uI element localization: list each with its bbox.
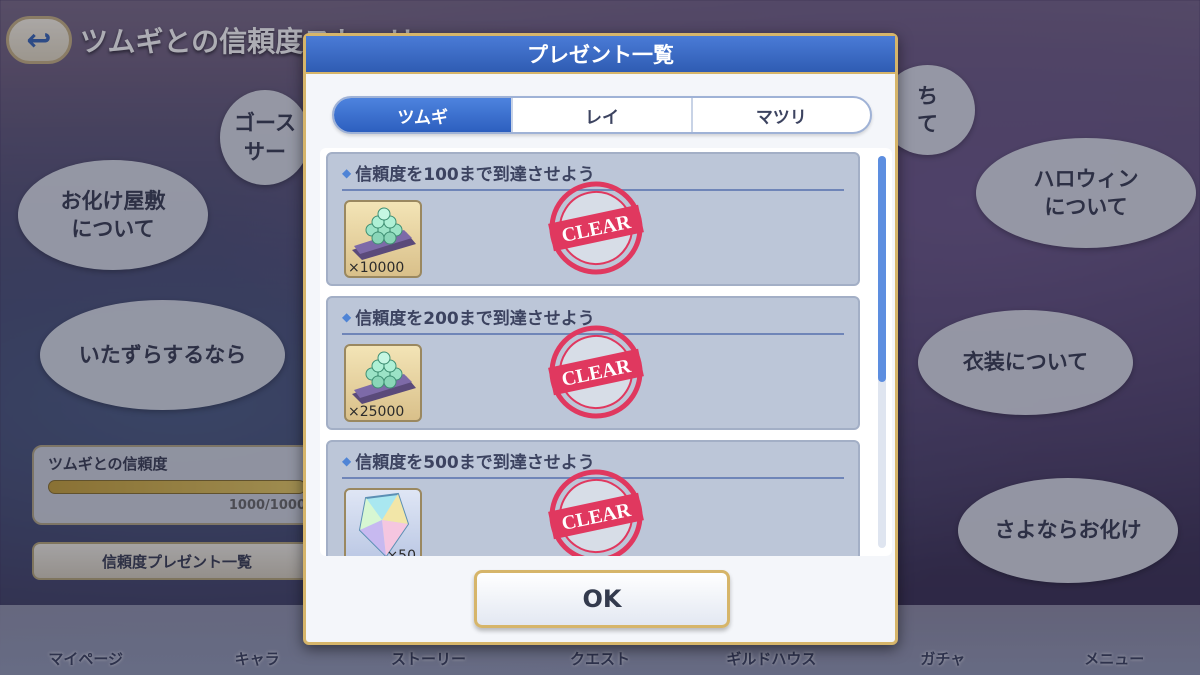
diamond-icon: ◆ bbox=[342, 165, 352, 180]
reward-item[interactable]: ×25000 bbox=[344, 344, 422, 422]
jewel-pile-icon bbox=[352, 351, 416, 404]
ok-button[interactable]: OK bbox=[474, 570, 730, 628]
mission-list[interactable]: ◆ 信頼度を100まで到達させよう ×10000 CLEAR ◆ 信頼度を200… bbox=[320, 148, 892, 556]
mission-title-text: 信頼度を500まで到達させよう bbox=[355, 453, 595, 473]
tab-matsuri[interactable]: マツリ bbox=[693, 98, 870, 132]
list-item: ◆ 信頼度を100まで到達させよう ×10000 CLEAR bbox=[326, 152, 860, 286]
mission-title-text: 信頼度を100まで到達させよう bbox=[355, 165, 595, 185]
clear-stamp-icon: CLEAR bbox=[548, 325, 644, 419]
diamond-icon: ◆ bbox=[342, 309, 352, 324]
tab-tsumugi[interactable]: ツムギ bbox=[334, 98, 514, 132]
reward-item[interactable]: ×10000 bbox=[344, 200, 422, 278]
crystal-icon bbox=[358, 492, 410, 556]
mission-title-text: 信頼度を200まで到達させよう bbox=[355, 309, 595, 329]
tab-rei[interactable]: レイ bbox=[513, 98, 693, 132]
reward-item[interactable]: ×50 bbox=[344, 488, 422, 556]
list-item: ◆ 信頼度を200まで到達させよう ×25000 CLEAR bbox=[326, 296, 860, 430]
scroll-thumb[interactable] bbox=[878, 156, 886, 382]
clear-stamp-icon: CLEAR bbox=[548, 181, 644, 275]
character-tabs: ツムギ レイ マツリ bbox=[332, 96, 872, 134]
reward-quantity: ×50 bbox=[386, 548, 416, 556]
diamond-icon: ◆ bbox=[342, 453, 352, 468]
present-list-modal: プレゼント一覧 ツムギ レイ マツリ ◆ 信頼度を100まで到達させよう ×10… bbox=[303, 33, 898, 645]
reward-quantity: ×10000 bbox=[348, 260, 405, 276]
reward-quantity: ×25000 bbox=[348, 404, 405, 420]
modal-title: プレゼント一覧 bbox=[306, 36, 895, 74]
jewel-pile-icon bbox=[352, 207, 416, 260]
list-item: ◆ 信頼度を500まで到達させよう ×50 CLEAR bbox=[326, 440, 860, 556]
scrollbar[interactable] bbox=[878, 156, 886, 548]
